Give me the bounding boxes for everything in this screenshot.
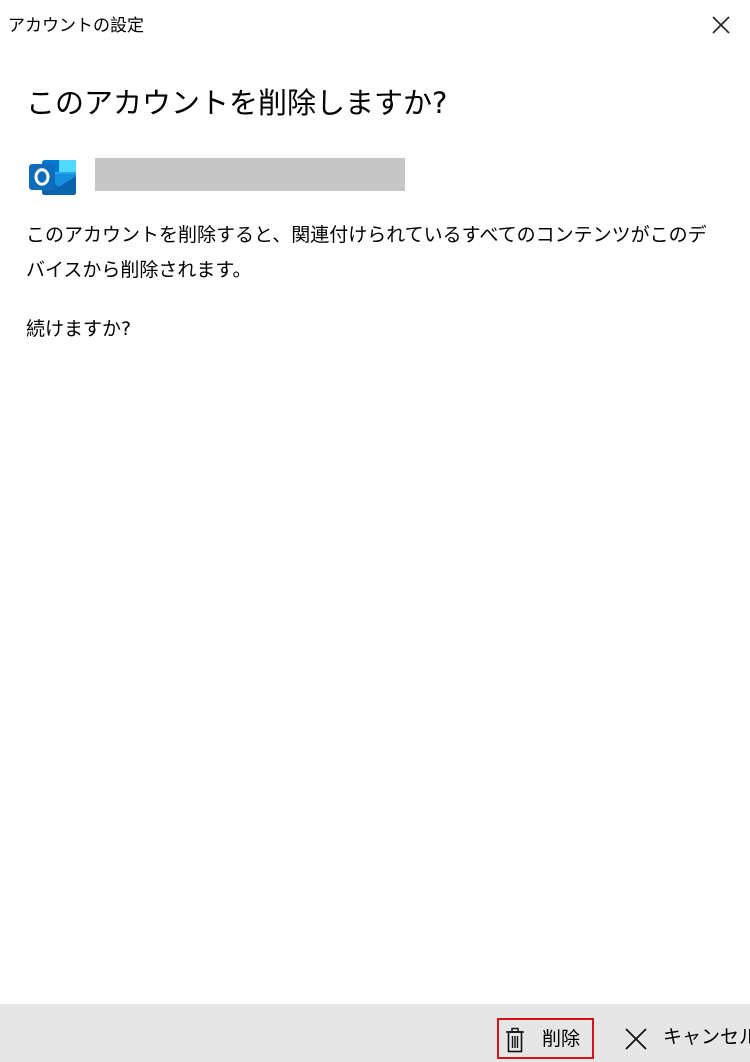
dialog-footer: 削除 キャンセル: [0, 1004, 750, 1062]
dialog-message: このアカウントを削除すると、関連付けられているすべてのコンテンツがこのデバイスか…: [26, 224, 707, 281]
window-title: アカウントの設定: [8, 16, 144, 36]
dialog-content: このアカウントを削除しますか? このアカウントを削除すると、関連付けられているす…: [26, 82, 726, 340]
confirm-question: 続けますか?: [26, 318, 132, 340]
title-bar: アカウントの設定: [0, 0, 750, 52]
account-email-redacted: [95, 158, 405, 191]
cancel-button-label: キャンセル: [663, 1026, 750, 1048]
close-button[interactable]: [706, 10, 736, 40]
trash-icon: [506, 1027, 524, 1053]
close-icon: [712, 16, 730, 34]
cancel-button[interactable]: キャンセル: [620, 1018, 750, 1059]
account-settings-window: アカウントの設定 このアカウントを削除しますか? このアカウントを削除すると、関…: [0, 0, 750, 1062]
close-icon: [625, 1028, 647, 1050]
delete-button-label: 削除: [542, 1028, 581, 1050]
delete-button[interactable]: 削除: [497, 1018, 594, 1059]
dialog-heading: このアカウントを削除しますか?: [26, 86, 448, 120]
outlook-icon: [29, 160, 76, 195]
account-row: [26, 152, 446, 198]
